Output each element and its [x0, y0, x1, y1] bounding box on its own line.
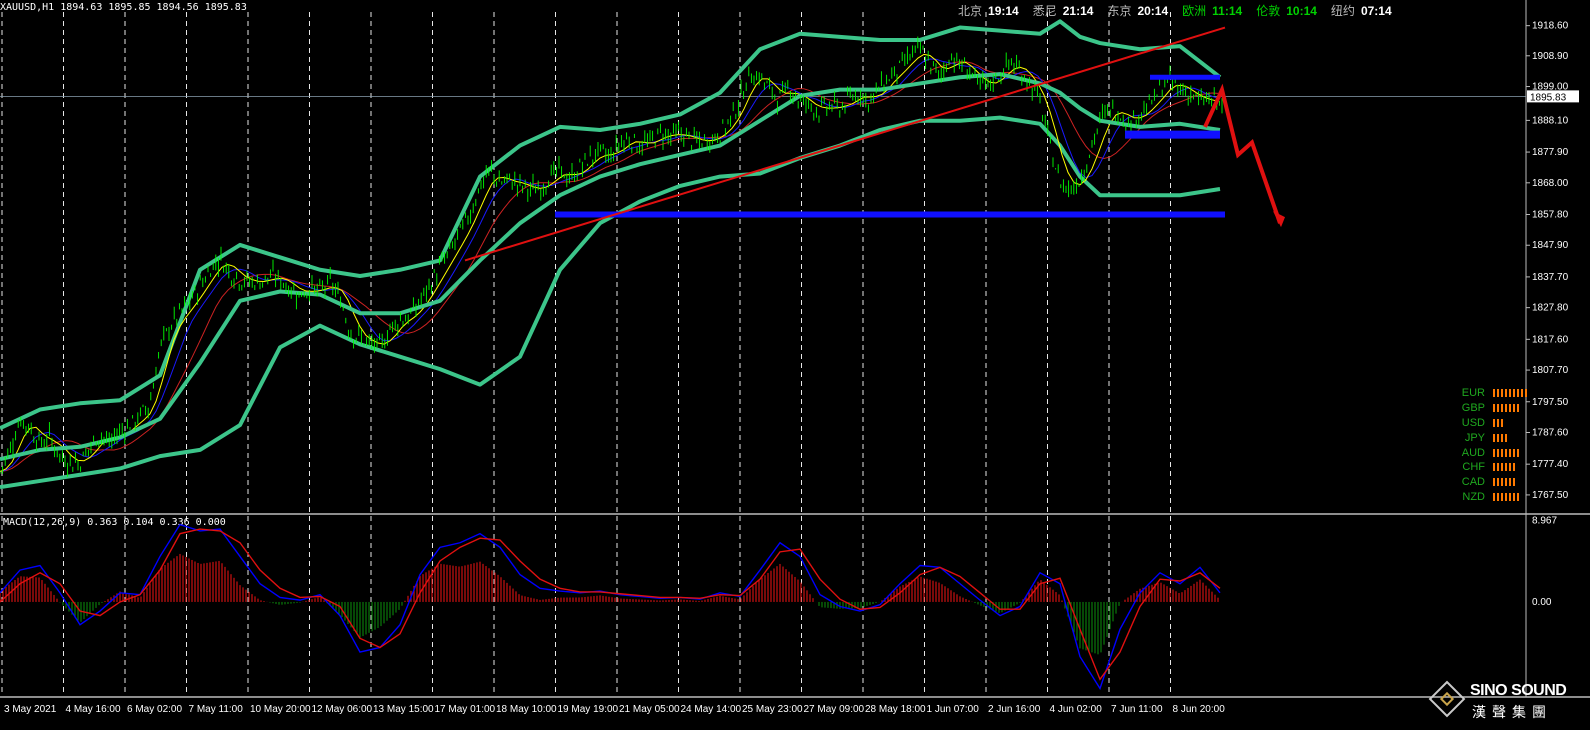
y-tick-label: 1807.70	[1532, 365, 1569, 376]
macd-histogram	[0, 553, 1219, 655]
currency-row: GBP	[1447, 401, 1537, 416]
clock-time: 19:14	[988, 4, 1019, 18]
strength-bar	[1493, 404, 1521, 413]
y-tick-label: 1908.90	[1532, 51, 1569, 62]
logo-chinese: 漢聲集團	[1472, 704, 1552, 720]
currency-name: CAD	[1461, 476, 1485, 489]
clock-city: 东京	[1107, 4, 1132, 18]
currency-name: EUR	[1461, 387, 1485, 400]
currency-row: CAD	[1447, 475, 1537, 490]
x-tick-label: 1 Jun 07:00	[927, 704, 980, 715]
x-tick-label: 17 May 01:00	[435, 704, 496, 715]
macd-line	[0, 523, 1221, 691]
currency-row: USD	[1447, 416, 1537, 431]
clock-time: 11:14	[1212, 4, 1243, 18]
clock-city: 欧洲	[1182, 4, 1207, 18]
strength-bar	[1493, 389, 1529, 398]
strength-bar	[1493, 463, 1517, 472]
y-tick-label: 1777.40	[1532, 459, 1569, 470]
currency-row: EUR	[1447, 386, 1537, 401]
currency-row: NZD	[1447, 490, 1537, 505]
y-tick-label: 1888.10	[1532, 115, 1569, 126]
clock-city: 悉尼	[1032, 4, 1057, 18]
y-tick-label: 1877.90	[1532, 147, 1569, 158]
clock-time: 10:14	[1286, 4, 1317, 18]
currency-row: AUD	[1447, 445, 1537, 460]
x-tick-label: 25 May 23:00	[742, 704, 803, 715]
ascending-trendline	[464, 26, 1226, 262]
x-tick-label: 4 Jun 02:00	[1050, 704, 1103, 715]
x-tick-label: 4 May 16:00	[66, 704, 121, 715]
x-tick-label: 2 Jun 16:00	[988, 704, 1041, 715]
strength-bar	[1493, 448, 1521, 457]
symbol-info: XAUUSD,H1 1894.63 1895.85 1894.56 1895.8…	[0, 2, 247, 13]
x-tick-label: 21 May 05:00	[619, 704, 680, 715]
y-tick-label: 1817.60	[1532, 334, 1569, 345]
ma-fast-line	[0, 53, 1219, 473]
candle-bars	[0, 36, 1223, 477]
x-tick-label: 13 May 15:00	[373, 704, 434, 715]
x-tick-label: 3 May 2021	[4, 704, 57, 715]
x-tick-label: 6 May 02:00	[127, 704, 182, 715]
clock-city: 北京	[958, 4, 983, 18]
world-clocks: 北京 19:14 悉尼 21:14 东京 20:14 欧洲 11:14 伦敦 10:14 纽约 07:…	[958, 2, 1406, 19]
price-chart[interactable]: 3 May 2021 4 May 16:00 6 May 02:00 7 May 11…	[0, 0, 1590, 730]
clock-city: 伦敦	[1256, 4, 1281, 18]
y-tick-label: 1797.50	[1532, 397, 1569, 408]
x-tick-label: 7 Jun 11:00	[1111, 704, 1163, 715]
x-tick-label: 18 May 10:00	[496, 704, 557, 715]
y-tick-label: 1787.60	[1532, 427, 1569, 438]
forecast-arrow	[1203, 83, 1282, 224]
macd-y-tick-label: 0.00	[1532, 597, 1552, 608]
logo-diamond-icon	[1428, 680, 1466, 718]
strength-bar	[1493, 478, 1517, 487]
sino-sound-logo: SINO SOUND 漢聲集團	[1428, 680, 1588, 728]
logo-brand: SINO SOUND	[1470, 682, 1567, 699]
currency-name: GBP	[1461, 402, 1485, 415]
y-tick-label: 1868.00	[1532, 178, 1569, 189]
clock-time: 20:14	[1137, 4, 1169, 18]
x-tick-label: 8 Jun 20:00	[1173, 704, 1226, 715]
x-tick-label: 10 May 20:00	[250, 704, 311, 715]
clock-city: 纽约	[1330, 4, 1355, 18]
x-tick-label: 27 May 09:00	[804, 704, 865, 715]
strength-bar	[1493, 433, 1509, 442]
currency-name: JPY	[1464, 431, 1485, 444]
strength-bar	[1493, 418, 1505, 427]
current-price-label: 1895.83	[1530, 92, 1567, 103]
strength-bar	[1493, 492, 1521, 501]
ma-mid-line	[0, 58, 1219, 473]
bollinger-middle-band	[0, 72, 1221, 462]
y-tick-label: 1767.50	[1532, 490, 1569, 501]
currency-strength-panel: EUR GBP USD JPY AUD CHF CAD NZD	[1447, 386, 1537, 504]
currency-name: AUD	[1461, 446, 1485, 459]
y-tick-label: 1837.70	[1532, 272, 1569, 283]
currency-name: USD	[1461, 416, 1485, 429]
y-tick-label: 1857.80	[1532, 209, 1569, 220]
y-tick-label: 1827.80	[1532, 303, 1569, 314]
currency-name: CHF	[1462, 461, 1485, 474]
forecast-arrowhead	[1273, 211, 1285, 228]
clock-time: 07:14	[1360, 4, 1392, 18]
x-tick-label: 28 May 18:00	[865, 704, 926, 715]
clock-time: 21:14	[1062, 4, 1094, 18]
macd-label: MACD(12,26,9) 0.363 0.104 0.336 0.000	[3, 517, 226, 528]
y-tick-label: 1847.90	[1532, 240, 1569, 251]
x-tick-label: 19 May 19:00	[558, 704, 619, 715]
macd-y-tick-label: 8.967	[1532, 515, 1557, 526]
y-tick-label: 1918.60	[1532, 21, 1569, 32]
x-tick-label: 12 May 06:00	[312, 704, 373, 715]
currency-row: CHF	[1447, 460, 1537, 475]
currency-name: NZD	[1462, 490, 1485, 503]
macd-signal-line	[0, 528, 1221, 681]
x-tick-label: 7 May 11:00	[189, 704, 244, 715]
currency-row: JPY	[1447, 430, 1537, 445]
x-tick-label: 24 May 14:00	[681, 704, 742, 715]
